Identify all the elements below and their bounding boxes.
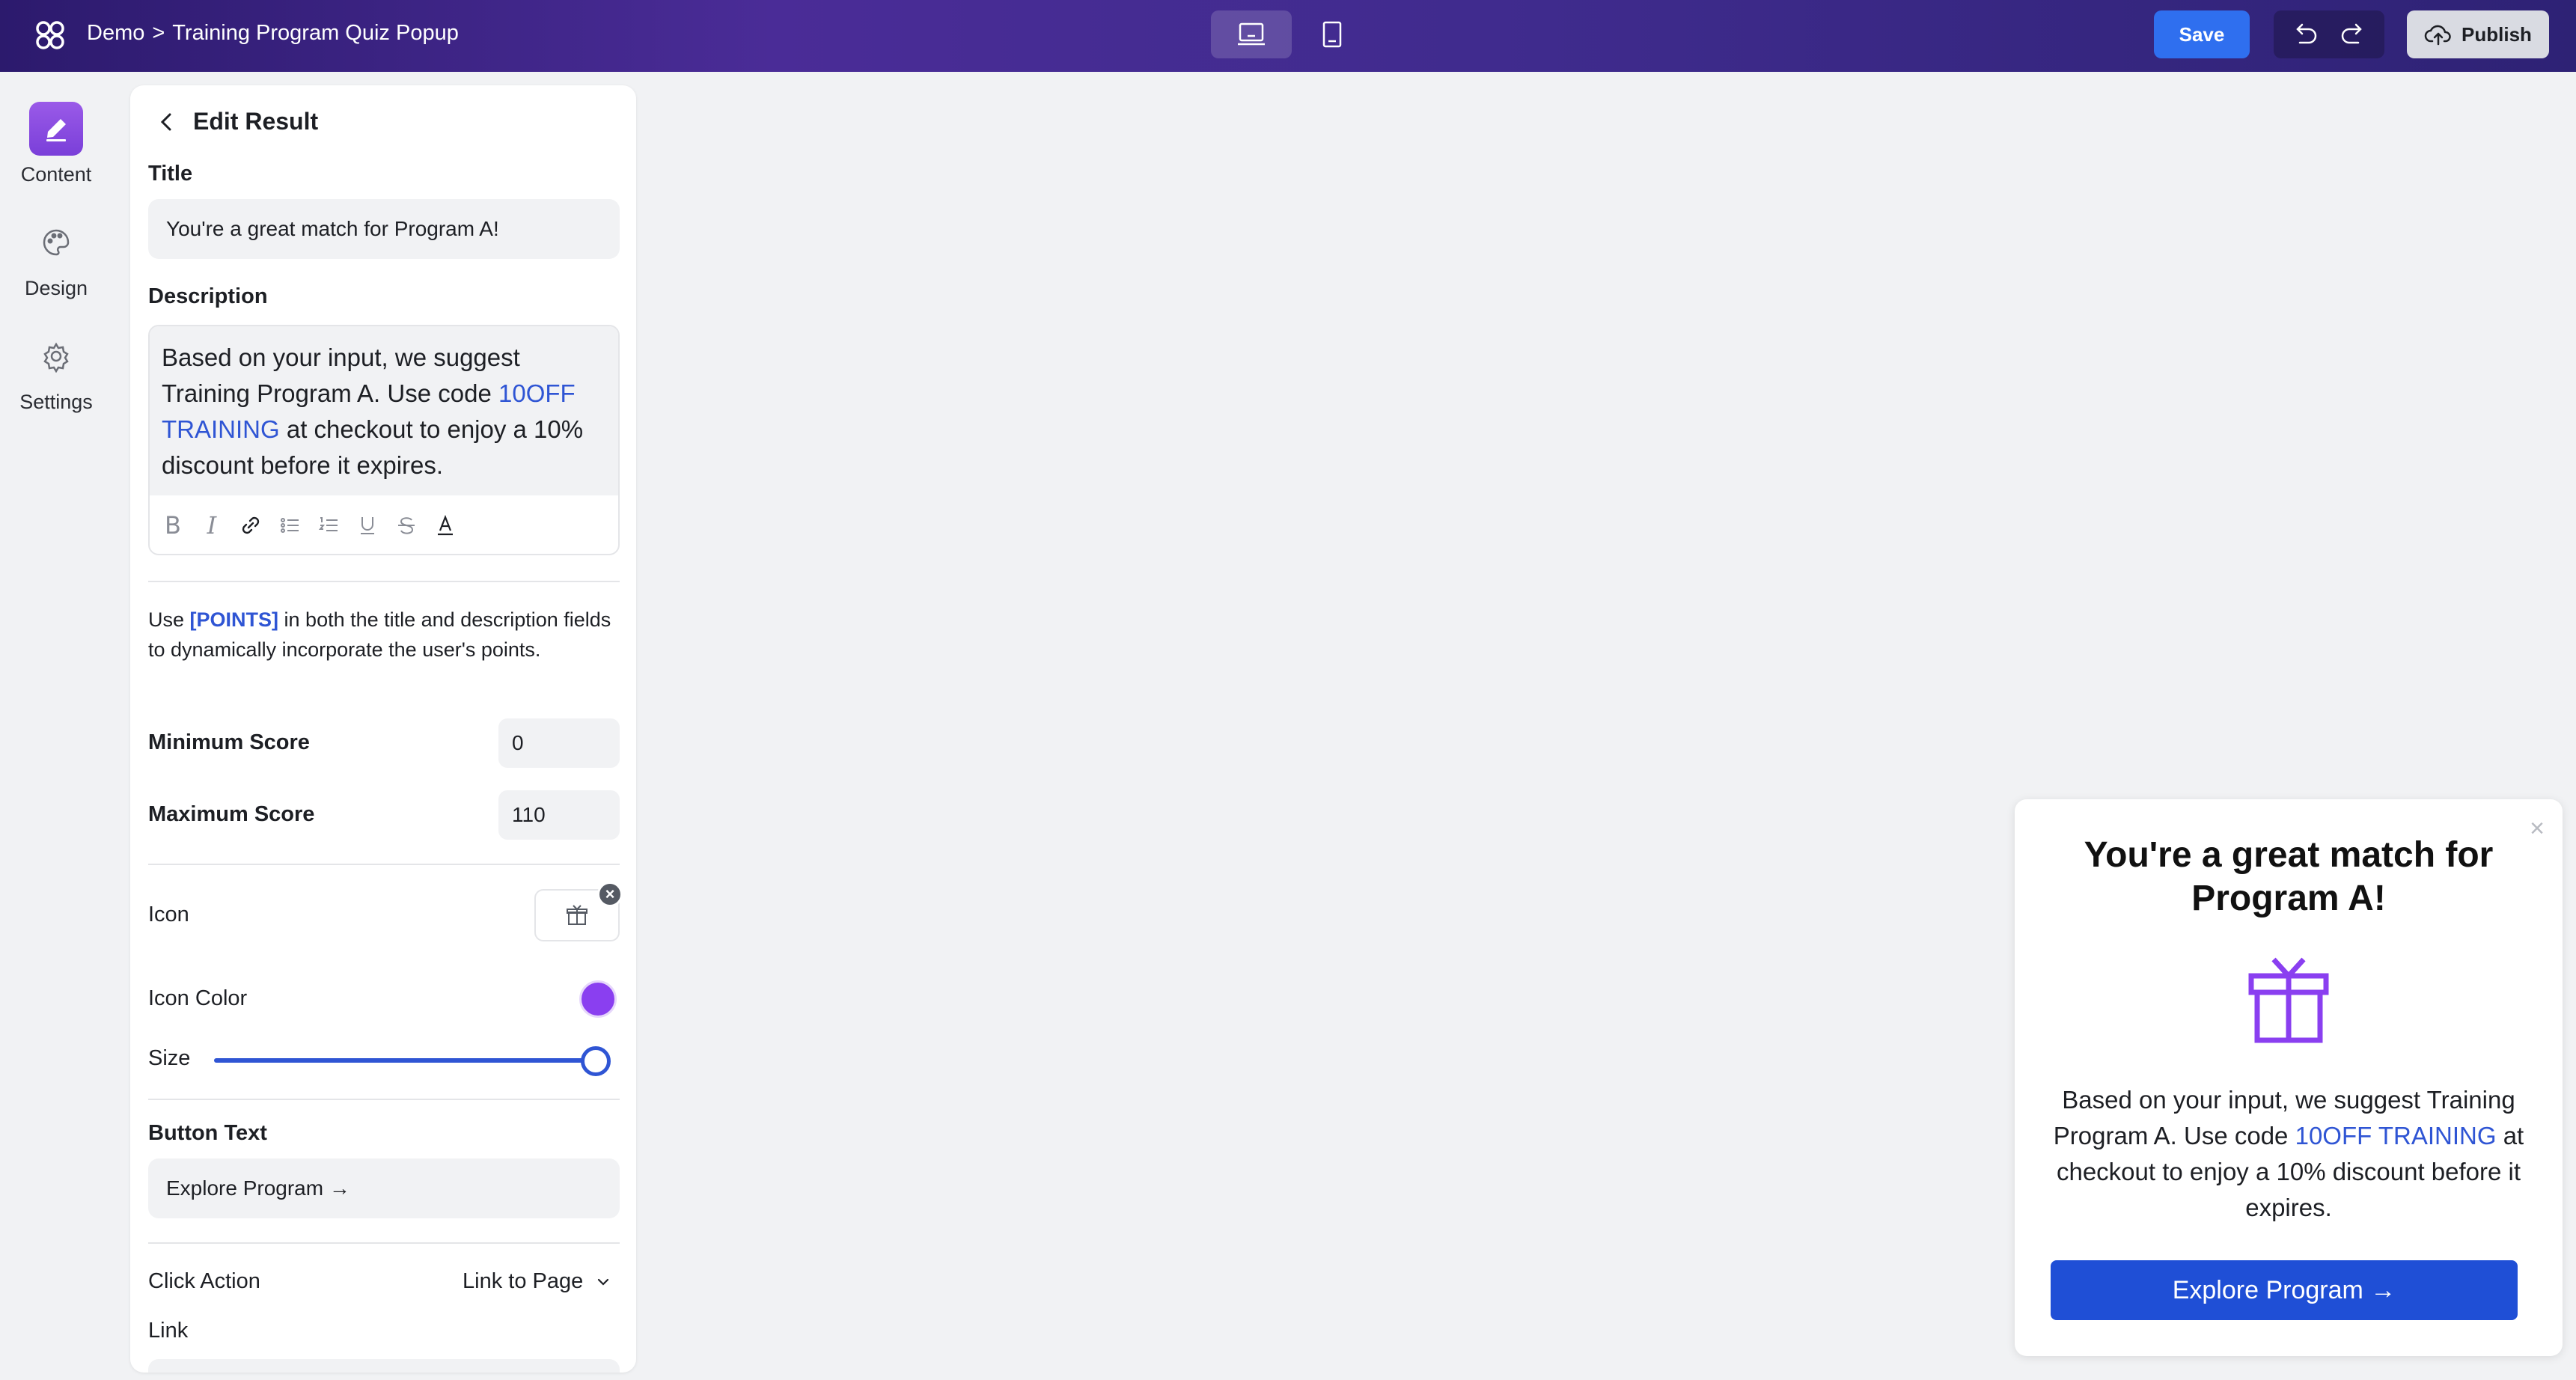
button-text-label: Button Text — [148, 1121, 267, 1145]
link-label: Link — [148, 1319, 189, 1343]
numbered-list-icon[interactable] — [317, 514, 340, 537]
breadcrumb-current: Training Program Quiz Popup — [172, 21, 459, 45]
left-rail: Content Design Settings — [0, 72, 112, 1380]
redo-icon[interactable] — [2339, 22, 2367, 47]
rail-item-content[interactable]: Content — [0, 102, 112, 186]
edit-result-panel: Edit Result Title You're a great match f… — [130, 85, 636, 1373]
click-action-select[interactable]: Link to Page — [463, 1269, 611, 1294]
italic-icon[interactable]: I — [201, 511, 223, 540]
click-action-label: Click Action — [148, 1269, 260, 1293]
button-text-input[interactable]: Explore Program → — [148, 1158, 620, 1218]
publish-button[interactable]: Publish — [2407, 10, 2549, 58]
popup-title: You're a great match for Program A! — [2084, 835, 2494, 918]
top-bar: Demo > Training Program Quiz Popup Save … — [0, 0, 2576, 72]
divider — [148, 864, 620, 865]
rail-icon-wrap — [29, 329, 83, 383]
popup-desc-code: 10OFF TRAINING — [2295, 1122, 2497, 1150]
strikethrough-icon[interactable] — [395, 514, 418, 537]
cloud-upload-icon — [2424, 25, 2451, 46]
size-label: Size — [148, 1046, 191, 1070]
rail-label: Content — [20, 163, 92, 186]
link-icon[interactable] — [239, 514, 262, 537]
size-slider-thumb[interactable] — [581, 1046, 611, 1076]
underline-icon[interactable] — [356, 514, 379, 537]
description-text: Based on your input, we suggest Training… — [162, 344, 520, 407]
back-chevron-icon[interactable] — [156, 111, 178, 133]
device-toggle — [1211, 10, 1373, 58]
rail-icon-wrap — [29, 216, 83, 269]
max-score-label: Maximum Score — [148, 802, 315, 826]
bullet-list-icon[interactable] — [278, 514, 301, 537]
rail-item-settings[interactable]: Settings — [0, 329, 112, 414]
help-text: Use — [148, 608, 190, 631]
save-button[interactable]: Save — [2154, 10, 2250, 58]
desktop-view-button[interactable] — [1211, 10, 1292, 58]
publish-label: Publish — [2461, 22, 2532, 46]
clear-icon-button[interactable]: × — [597, 882, 623, 907]
rail-label: Design — [24, 277, 88, 299]
icon-color-label: Icon Color — [148, 986, 248, 1010]
min-score-label: Minimum Score — [148, 730, 310, 754]
explore-program-button[interactable]: Explore Program → — [2051, 1260, 2518, 1320]
points-help-text: Use [POINTS] in both the title and descr… — [148, 605, 620, 665]
rail-icon-wrap — [29, 102, 83, 156]
chevron-down-icon — [598, 1278, 609, 1286]
palette-icon — [43, 229, 70, 256]
popup-description: Based on your input, we suggest Training… — [2045, 1082, 2533, 1226]
icon-color-swatch[interactable] — [579, 980, 617, 1018]
size-slider-track[interactable] — [214, 1058, 596, 1063]
divider — [148, 581, 620, 582]
divider — [148, 1099, 620, 1100]
tablet-icon — [1322, 21, 1342, 48]
panel-header: Edit Result — [156, 108, 318, 135]
gift-icon — [2248, 957, 2329, 1043]
undo-icon[interactable] — [2291, 22, 2319, 47]
rich-text-toolbar: B I — [150, 495, 618, 554]
history-controls — [2274, 10, 2384, 58]
icon-label: Icon — [148, 903, 189, 926]
title-label: Title — [148, 162, 193, 186]
rail-label: Settings — [19, 391, 93, 413]
breadcrumb-separator: > — [152, 21, 165, 45]
description-label: Description — [148, 284, 268, 308]
gift-icon — [567, 905, 587, 925]
panel-title: Edit Result — [193, 108, 319, 135]
gear-icon — [43, 342, 69, 373]
pencil-icon — [46, 119, 66, 141]
title-input[interactable]: You're a great match for Program A! — [148, 199, 620, 259]
divider — [148, 1242, 620, 1244]
text-color-icon[interactable] — [434, 514, 457, 537]
link-input[interactable] — [148, 1359, 620, 1373]
app-logo-icon[interactable] — [33, 18, 67, 52]
description-textarea[interactable]: Based on your input, we suggest Training… — [150, 326, 618, 495]
bold-icon[interactable]: B — [162, 511, 184, 540]
description-editor: Based on your input, we suggest Training… — [148, 325, 620, 555]
breadcrumb-root[interactable]: Demo — [87, 21, 144, 46]
tablet-view-button[interactable] — [1292, 10, 1373, 58]
rail-item-design[interactable]: Design — [0, 216, 112, 300]
min-score-input[interactable]: 0 — [498, 718, 620, 768]
max-score-input[interactable]: 110 — [498, 790, 620, 840]
click-action-value: Link to Page — [463, 1269, 584, 1293]
points-token: [POINTS] — [189, 608, 279, 631]
breadcrumb: Demo > Training Program Quiz Popup — [87, 21, 459, 46]
laptop-icon — [1238, 22, 1265, 46]
result-popup-preview: × You're a great match for Program A! Ba… — [2015, 799, 2563, 1356]
